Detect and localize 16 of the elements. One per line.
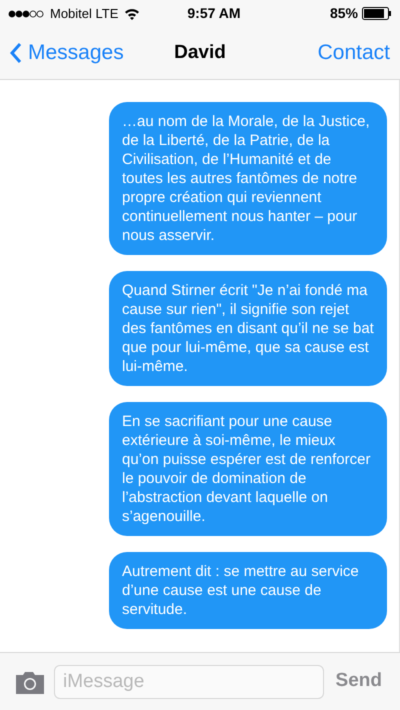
conversation-title: David bbox=[173, 40, 227, 65]
back-button[interactable]: Messages bbox=[10, 37, 150, 69]
message-bubble: En se sacrifiant pour une cause extérieure à soi-même, le mieux qu’on puisse espérer est de renforcer le pouvoir de domination de l’abstraction devant laquelle on s’agenouille. bbox=[109, 402, 387, 536]
signal-icon bbox=[8, 10, 44, 18]
message-bubble: Autrement dit : se mettre au service d’une cause est une cause de servitude. bbox=[109, 552, 387, 629]
battery-icon bbox=[362, 7, 392, 20]
contact-button[interactable]: Contact bbox=[250, 37, 390, 69]
chevron-left-icon bbox=[10, 42, 22, 64]
message-bubble: …au nom de la Morale, de la Justice, de la Liberté, de la Patrie, de la Civilisation, de l’Humanité et de toutes les autres fantômes de notre propre création qui reviennent continuellement nous hanter – pour nous asservir. bbox=[109, 102, 387, 255]
message-bubble: Quand Stirner écrit "Je n’ai fondé ma cause sur rien", il signifie son rejet des fantômes en disant qu’il ne se bat que pour lui-même, que sa cause est lui-même. bbox=[109, 271, 387, 386]
battery-percentage: 85% bbox=[330, 4, 358, 23]
message-input[interactable]: iMessage bbox=[54, 664, 324, 698]
wifi-icon bbox=[124, 8, 140, 20]
clock-time: 9:57 AM bbox=[186, 4, 242, 23]
carrier-name: Mobitel LTE bbox=[50, 4, 118, 23]
camera-icon[interactable] bbox=[14, 670, 46, 694]
